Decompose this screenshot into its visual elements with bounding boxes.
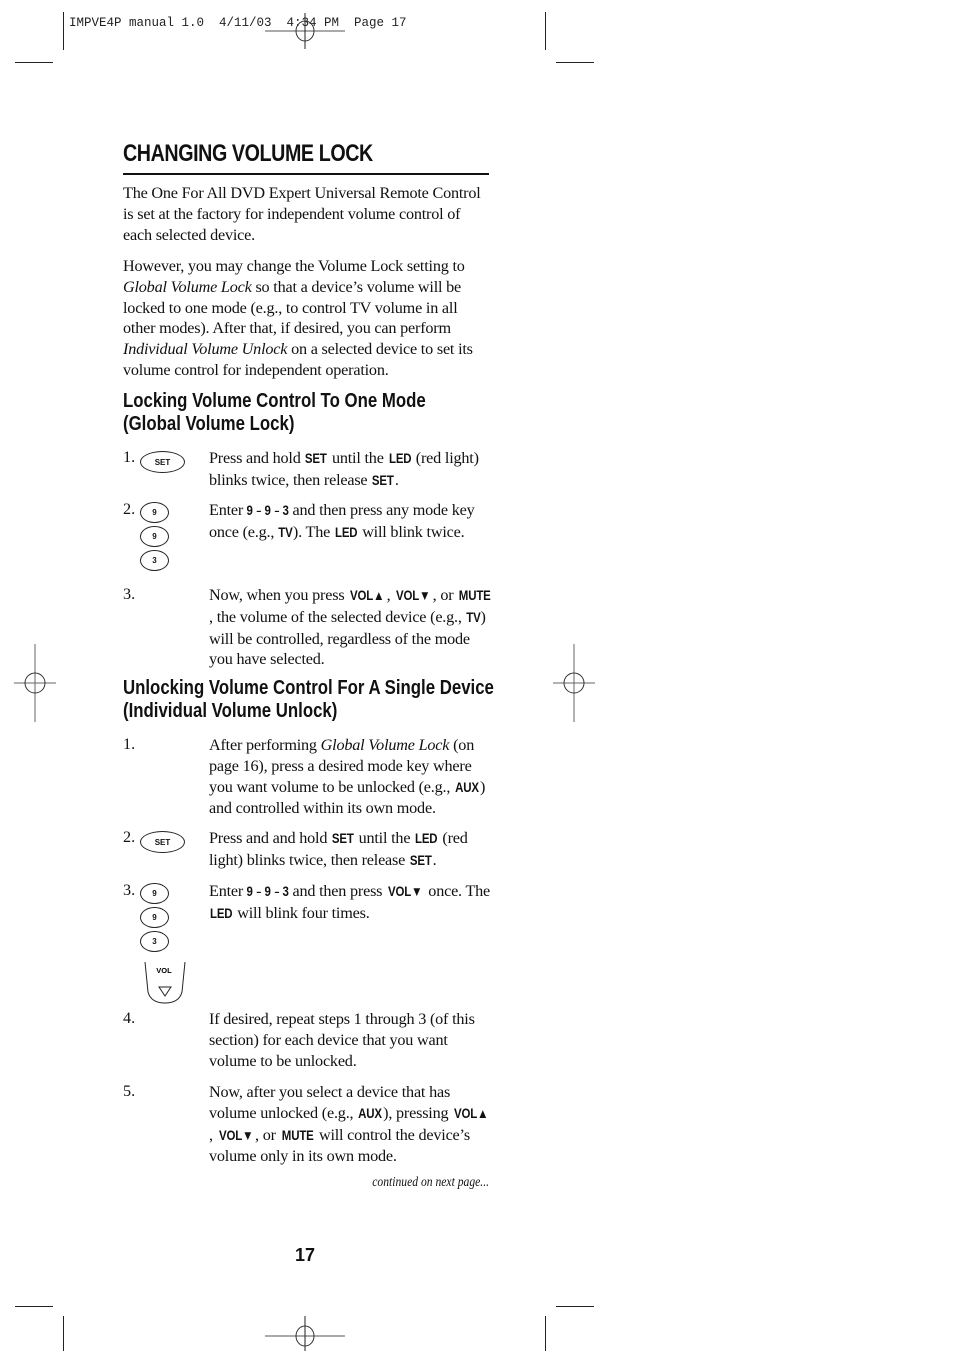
crop-mark [15, 1306, 53, 1307]
step-text: After performing Global Volume Lock (on … [209, 736, 486, 818]
step-text: Enter 9 - 9 - 3 and then press any mode … [209, 501, 475, 541]
print-slug: IMPVE4P manual 1.0 4/11/03 4:34 PM Page … [69, 16, 407, 30]
step-number: 2. [123, 500, 136, 518]
digit-button-icon: 9 [140, 502, 169, 523]
registration-mark-icon [265, 1316, 345, 1351]
intro-paragraph: The One For All DVD Expert Universal Rem… [123, 184, 481, 244]
step-number: 1. [123, 735, 136, 753]
step-number: 5. [123, 1082, 136, 1100]
crop-mark [63, 1316, 64, 1351]
crop-mark [545, 1316, 546, 1351]
digit-button-icon: 9 [140, 907, 169, 928]
volume-down-button-icon: VOL [144, 961, 186, 1004]
section-heading: Unlocking Volume Control For A Single De… [123, 677, 494, 722]
step-text: Now, after you select a device that has … [209, 1083, 489, 1166]
digit-button-icon: 9 [140, 883, 169, 904]
crop-mark [15, 62, 53, 63]
crop-mark [556, 62, 594, 63]
registration-mark-icon [553, 644, 595, 722]
page-title: CHANGING VOLUME LOCK [123, 140, 373, 167]
digit-button-icon: 3 [140, 550, 169, 571]
step-number: 4. [123, 1009, 136, 1027]
section-heading: Locking Volume Control To One Mode (Globa… [123, 390, 426, 435]
step-text: Press and hold SET until the LED (red li… [209, 449, 479, 489]
intro-paragraph: However, you may change the Volume Lock … [123, 257, 473, 379]
crop-mark [556, 1306, 594, 1307]
set-button-icon: SET [140, 831, 185, 853]
vol-label: VOL [156, 966, 172, 975]
step-text: Enter 9 - 9 - 3 and then press VOL▼ once… [209, 882, 491, 922]
registration-mark-icon [265, 13, 345, 49]
step-number: 3. [123, 881, 136, 899]
registration-mark-icon [14, 644, 56, 722]
continued-note: continued on next page... [372, 1174, 489, 1189]
page-number: 17 [294, 1245, 316, 1265]
crop-mark [63, 12, 64, 50]
step-number: 1. [123, 448, 136, 466]
step-number: 2. [123, 828, 136, 846]
step-text: Press and and hold SET until the LED (re… [209, 829, 468, 869]
step-text: If desired, repeat steps 1 through 3 (of… [209, 1010, 475, 1070]
crop-mark [545, 12, 546, 50]
title-rule [123, 173, 489, 175]
step-number: 3. [123, 585, 136, 603]
digit-button-icon: 9 [140, 526, 169, 547]
step-text: Now, when you press VOL▲, VOL▼, or MUTE,… [209, 586, 491, 669]
digit-button-icon: 3 [140, 931, 169, 952]
set-button-icon: SET [140, 451, 185, 473]
